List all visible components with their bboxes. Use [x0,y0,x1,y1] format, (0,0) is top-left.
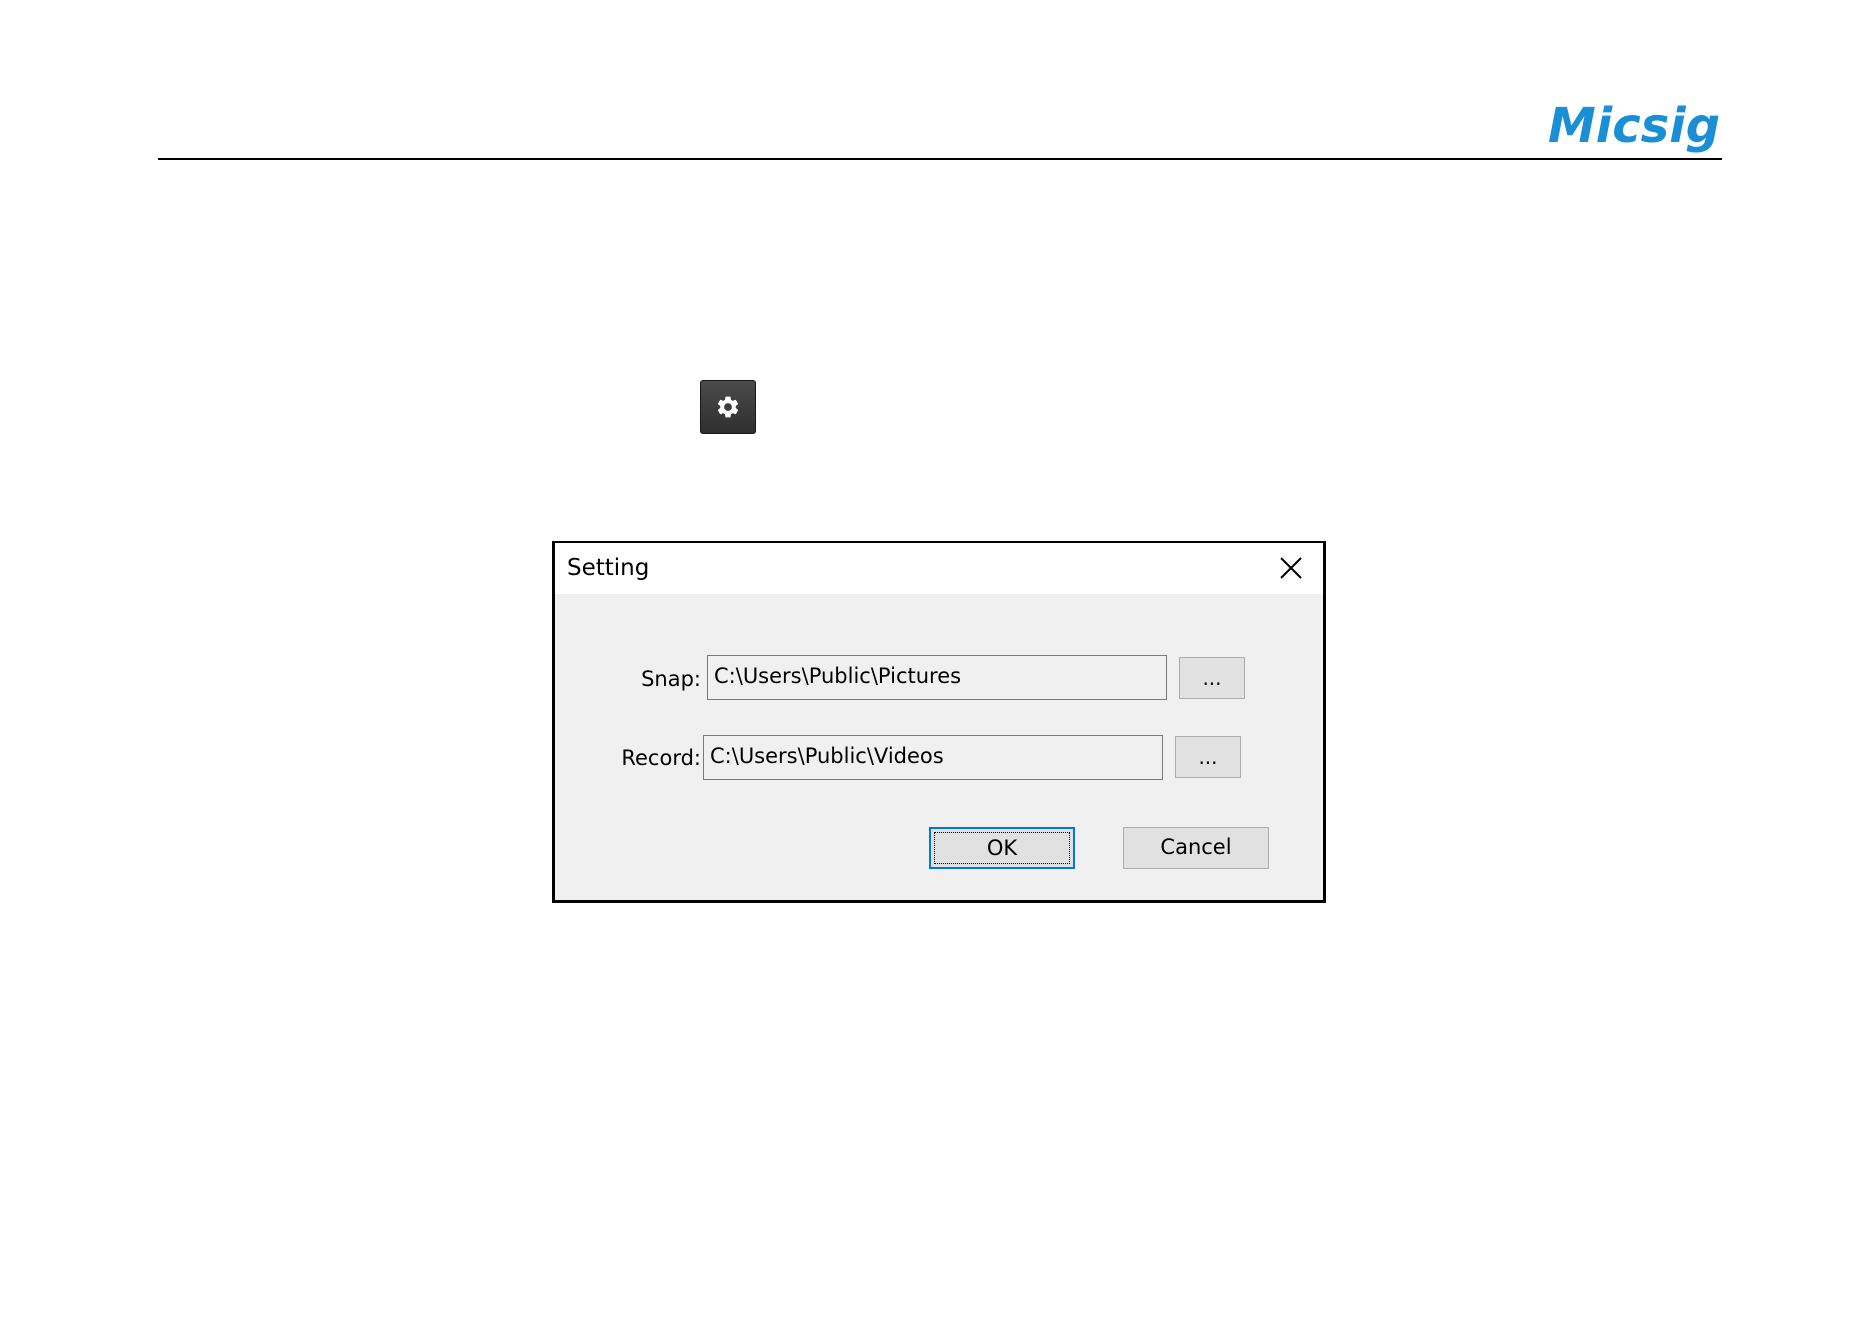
snap-browse-button[interactable]: ... [1179,657,1245,699]
dialog-titlebar[interactable]: Setting [555,543,1323,594]
micsig-logo: Micsig [1548,98,1721,154]
header-divider [158,158,1722,160]
focus-ring [934,832,1070,864]
gear-icon [717,396,739,418]
settings-button[interactable] [700,380,756,434]
close-icon [1280,557,1302,579]
dialog-title: Setting [567,555,650,581]
cancel-button[interactable]: Cancel [1123,827,1269,869]
record-label: Record: [621,746,701,770]
snap-label: Snap: [641,667,701,691]
close-button[interactable] [1271,549,1311,587]
setting-dialog: Setting Snap: C:\Users\Public\Pictures .… [552,541,1326,903]
record-path-input[interactable]: C:\Users\Public\Videos [703,735,1163,780]
ok-button[interactable]: OK [929,827,1075,869]
record-browse-button[interactable]: ... [1175,736,1241,778]
snap-path-input[interactable]: C:\Users\Public\Pictures [707,655,1167,700]
